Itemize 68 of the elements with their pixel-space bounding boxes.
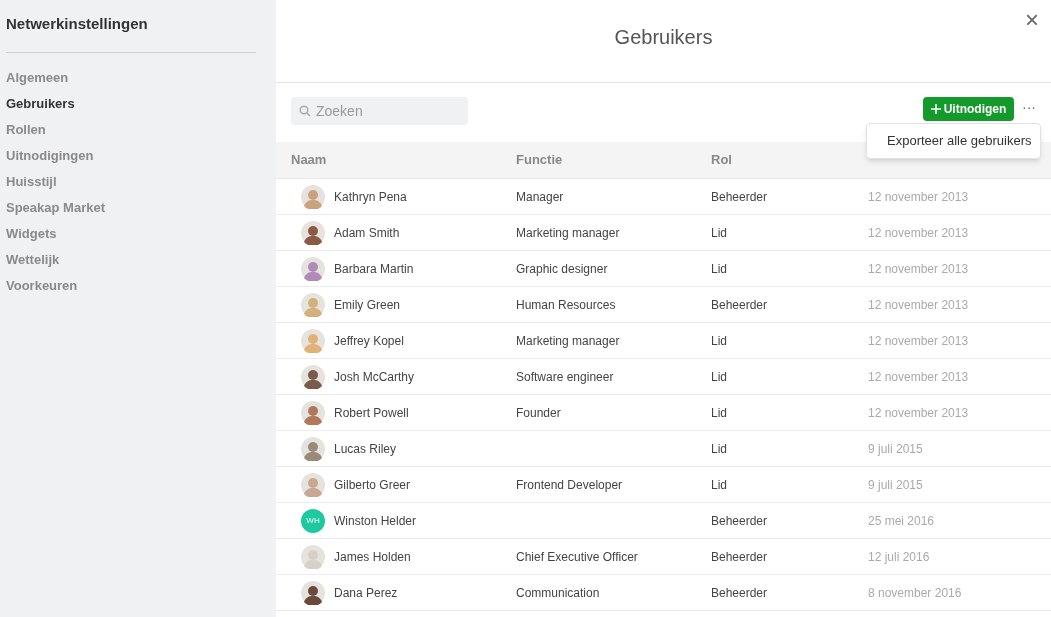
job-title: Human Resources [516,297,616,312]
job-title: Founder [516,405,561,420]
sidebar-item[interactable]: Widgets [6,224,57,250]
column-header: Naam [291,152,327,168]
member-since-date: 12 november 2013 [868,405,969,420]
sidebar-item[interactable]: Uitnodigingen [6,146,94,172]
avatar: WH [301,508,325,533]
search-field[interactable]: Zoeken [291,97,468,125]
job-title: Communication [516,585,600,600]
job-title: Chief Executive Officer [516,549,638,564]
sidebar-item[interactable]: Huisstijl [6,172,57,198]
user-name: Emily Green [334,296,401,314]
plus-icon [930,103,941,114]
sidebar-item[interactable]: Voorkeuren [6,276,78,302]
sidebar-title: Netwerkinstellingen [6,14,149,34]
member-since-date: 12 november 2013 [868,333,969,348]
member-since-date: 12 november 2013 [868,225,969,240]
search-icon [299,105,311,117]
user-name: Gilberto Greer [334,476,411,494]
role-label: Lid [711,441,727,456]
more-button[interactable]: ··· [1022,99,1036,118]
user-name: James Holden [334,548,411,566]
role-label: Lid [711,477,727,492]
role-label: Lid [711,405,727,420]
user-name: Adam Smith [334,224,400,242]
role-label: Beheerder [711,513,768,528]
job-title: Software engineer [516,369,614,384]
dialog-title: Gebruikers [614,25,713,50]
job-title: Marketing manager [516,333,620,348]
member-since-date: 12 november 2013 [868,189,969,204]
job-title: Frontend Developer [516,477,623,492]
user-name: Barbara Martin [334,260,414,278]
role-label: Beheerder [711,297,768,312]
member-since-date: 12 november 2013 [868,369,969,384]
role-label: Beheerder [711,585,768,600]
role-label: Lid [711,369,727,384]
role-label: Beheerder [711,189,768,204]
member-since-date: 8 november 2016 [868,585,962,600]
member-since-date: 12 november 2013 [868,261,969,276]
sidebar-item[interactable]: Gebruikers [6,94,75,120]
role-label: Lid [711,225,727,240]
user-name: Kathryn Pena [334,188,407,206]
job-title: Manager [516,189,564,204]
user-name: Lucas Riley [334,440,397,458]
user-name: Robert Powell [334,404,409,422]
user-name: Dana Perez [334,584,398,602]
user-name: Josh McCarthy [334,368,415,386]
user-name: Jeffrey Kopel [334,332,404,350]
member-since-date: 25 mei 2016 [868,513,935,528]
member-since-date: 9 juli 2015 [868,477,923,492]
member-since-date: 12 november 2013 [868,297,969,312]
job-title: Graphic designer [516,261,608,276]
sidebar-item[interactable]: Rollen [6,120,46,146]
job-title: Marketing manager [516,225,620,240]
sidebar-item[interactable]: Wettelijk [6,250,60,276]
sidebar-item[interactable]: Algemeen [6,68,69,94]
column-header: Functie [516,152,563,168]
column-header: Rol [711,152,732,168]
sidebar-item[interactable]: Speakap Market [6,198,105,224]
menu-item[interactable]: Exporteer alle gebruikers [867,131,1051,151]
invite-button[interactable]: Uitnodigen [923,96,1014,121]
close-button[interactable]: × [1025,8,1039,32]
role-label: Lid [711,261,727,276]
role-label: Lid [711,333,727,348]
role-label: Beheerder [711,549,768,564]
member-since-date: 12 juli 2016 [868,549,930,564]
member-since-date: 9 juli 2015 [868,441,923,456]
user-name: Winston Helder [334,512,417,530]
